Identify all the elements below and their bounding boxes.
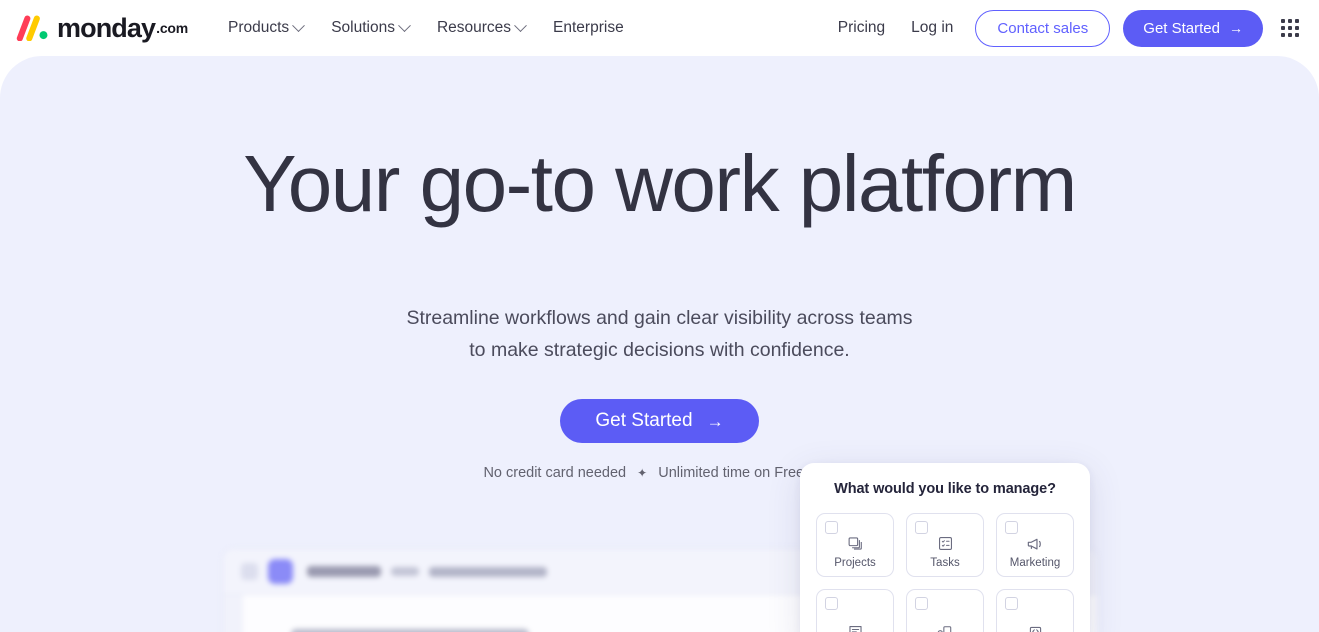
logo-wordmark: monday xyxy=(57,12,156,43)
nav-label: Resources xyxy=(436,19,512,36)
header-actions: Pricing Log in Contact sales Get Started… xyxy=(825,9,1303,47)
nav-label: Solutions xyxy=(331,19,395,36)
checkbox-marketing[interactable] xyxy=(1005,521,1018,534)
product-preview-brand-word2 xyxy=(391,567,419,576)
product-preview-sidebar xyxy=(223,595,243,632)
hero-disclaimer: No credit card needed ✦ Unlimited time o… xyxy=(0,465,1319,481)
product-preview-brand-word3 xyxy=(429,566,547,577)
monday-logo[interactable]: monday .com xyxy=(16,12,189,43)
option-card-note[interactable] xyxy=(816,589,894,632)
apps-grid-icon[interactable] xyxy=(1281,19,1299,37)
nav-label: Enterprise xyxy=(553,19,624,36)
contact-sales-button[interactable]: Contact sales xyxy=(975,9,1111,47)
option-label-marketing: Marketing xyxy=(1009,556,1061,569)
checkbox-projects[interactable] xyxy=(825,521,838,534)
note-icon xyxy=(847,620,864,632)
option-card-projects[interactable]: Projects xyxy=(816,513,894,577)
checklist-icon xyxy=(937,533,954,555)
nav-item-resources[interactable]: Resources xyxy=(423,13,539,43)
primary-nav: Products Solutions Resources Enterprise xyxy=(214,13,638,43)
megaphone-icon xyxy=(1026,533,1044,555)
crm-icon xyxy=(936,620,954,632)
get-started-label: Get Started xyxy=(1143,19,1220,37)
checkbox-crm[interactable] xyxy=(915,597,928,610)
layers-icon xyxy=(847,533,864,555)
hero-subtitle: Streamline workflows and gain clear visi… xyxy=(0,302,1319,366)
disclaimer-no-credit-card: No credit card needed xyxy=(483,465,627,481)
nav-label: Products xyxy=(228,19,290,36)
code-icon xyxy=(1027,620,1044,632)
hero-cta-label: Get Started xyxy=(595,410,693,431)
option-label-tasks: Tasks xyxy=(930,556,960,569)
site-header: monday .com Products Solutions Resources… xyxy=(0,0,1319,56)
logo-tld: .com xyxy=(156,20,189,36)
option-card-dev[interactable] xyxy=(996,589,1074,632)
product-preview-brand xyxy=(307,566,381,577)
chevron-down-icon xyxy=(398,18,411,32)
arrow-right-icon: → xyxy=(1229,20,1243,36)
login-link[interactable]: Log in xyxy=(898,13,966,43)
hero-section: Your go-to work platform Streamline work… xyxy=(0,56,1319,632)
hero-get-started-button[interactable]: Get Started → xyxy=(560,399,759,443)
option-card-crm[interactable] xyxy=(906,589,984,632)
hero-subtitle-line2: to make strategic decisions with confide… xyxy=(469,339,850,361)
nav-item-solutions[interactable]: Solutions xyxy=(317,13,423,43)
option-card-marketing[interactable]: Marketing xyxy=(996,513,1074,577)
product-preview-menu-icon xyxy=(241,563,258,580)
option-label-projects: Projects xyxy=(834,556,876,569)
hero-cta-wrap: Get Started → xyxy=(0,399,1319,443)
header-get-started-button[interactable]: Get Started → xyxy=(1123,9,1263,47)
checkbox-dev[interactable] xyxy=(1005,597,1018,610)
modal-title: What would you like to manage? xyxy=(834,481,1056,497)
pricing-link[interactable]: Pricing xyxy=(825,13,898,43)
sparkle-icon: ✦ xyxy=(637,466,648,480)
page-title: Your go-to work platform xyxy=(243,139,1077,228)
option-card-tasks[interactable]: Tasks xyxy=(906,513,984,577)
manage-options-grid: Projects Tasks Marketing xyxy=(816,513,1074,632)
nav-item-enterprise[interactable]: Enterprise xyxy=(539,13,638,43)
product-preview-logo xyxy=(268,559,293,584)
checkbox-note[interactable] xyxy=(825,597,838,610)
monday-logo-mark xyxy=(16,15,48,41)
chevron-down-icon xyxy=(514,18,527,32)
chevron-down-icon xyxy=(292,18,306,32)
page-root: monday .com Products Solutions Resources… xyxy=(0,0,1319,632)
arrow-right-icon: → xyxy=(706,411,724,431)
nav-item-products[interactable]: Products xyxy=(214,13,317,43)
hero-subtitle-line1: Streamline workflows and gain clear visi… xyxy=(406,307,913,329)
manage-selection-modal: What would you like to manage? Projects xyxy=(800,463,1090,632)
checkbox-tasks[interactable] xyxy=(915,521,928,534)
